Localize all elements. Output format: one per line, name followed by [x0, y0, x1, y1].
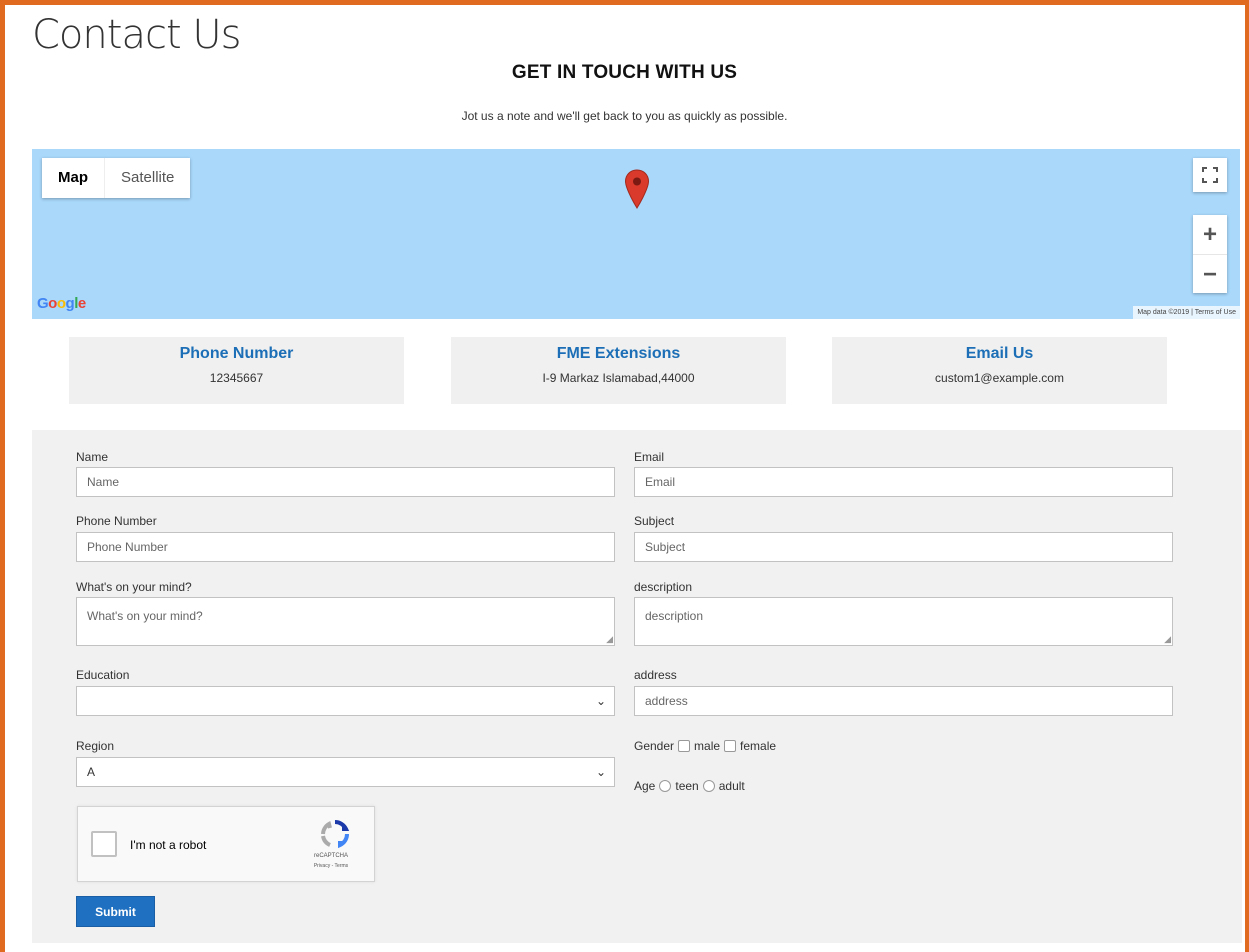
- name-label: Name: [76, 450, 109, 464]
- chevron-down-icon: ⌄: [595, 765, 606, 779]
- resize-grip-icon[interactable]: ◢: [1164, 635, 1171, 644]
- recaptcha-widget: I'm not a robot reCAPTCHA Privacy - Term…: [77, 806, 375, 882]
- region-value: A: [87, 765, 96, 779]
- gender-label: Gender: [634, 739, 675, 753]
- map-marker-icon[interactable]: [624, 169, 650, 214]
- age-group: Age teen adult: [634, 779, 745, 793]
- page-title: Contact Us: [32, 12, 241, 58]
- contact-form: Name Name Phone Number Phone Number What…: [32, 430, 1242, 943]
- description-placeholder: description: [645, 609, 704, 623]
- submit-button[interactable]: Submit: [76, 896, 155, 927]
- region-label: Region: [76, 739, 115, 753]
- zoom-control: + −: [1193, 215, 1227, 293]
- gender-male-label: male: [694, 739, 721, 753]
- phone-input[interactable]: Phone Number: [76, 532, 615, 562]
- map-tab-satellite[interactable]: Satellite: [104, 158, 190, 198]
- chevron-down-icon: ⌄: [595, 694, 606, 708]
- recaptcha-terms-link[interactable]: Privacy - Terms: [296, 863, 366, 869]
- card-title: Phone Number: [179, 345, 294, 362]
- card-value: 12345667: [209, 371, 264, 385]
- zoom-in-button[interactable]: +: [1193, 215, 1227, 255]
- gender-male-checkbox[interactable]: [678, 740, 691, 752]
- address-label: address: [634, 668, 677, 682]
- card-title: FME Extensions: [556, 345, 681, 362]
- name-input[interactable]: Name: [76, 467, 615, 497]
- map-tab-map[interactable]: Map: [42, 158, 104, 198]
- recaptcha-checkbox[interactable]: [91, 831, 117, 857]
- mind-textarea[interactable]: What's on your mind? ◢: [76, 597, 615, 646]
- email-input[interactable]: Email: [634, 467, 1173, 497]
- info-card-email: Email Us custom1@example.com: [832, 337, 1167, 404]
- map-attribution[interactable]: Map data ©2019 | Terms of Use: [1133, 306, 1240, 319]
- age-teen-radio[interactable]: [659, 780, 672, 792]
- education-select[interactable]: ⌄: [76, 686, 615, 716]
- phone-label: Phone Number: [76, 514, 157, 528]
- info-card-phone: Phone Number 12345667: [69, 337, 404, 404]
- description-textarea[interactable]: description ◢: [634, 597, 1173, 646]
- address-input[interactable]: address: [634, 686, 1173, 716]
- section-subheadline: Jot us a note and we'll get back to you …: [461, 109, 788, 123]
- fullscreen-button[interactable]: [1193, 158, 1227, 192]
- info-card-address: FME Extensions I-9 Markaz Islamabad,4400…: [451, 337, 786, 404]
- region-select[interactable]: A ⌄: [76, 757, 615, 787]
- age-adult-radio[interactable]: [702, 780, 715, 792]
- card-value: custom1@example.com: [935, 371, 1064, 385]
- card-title: Email Us: [965, 345, 1034, 362]
- google-logo: Google: [37, 295, 86, 312]
- recaptcha-label: I'm not a robot: [130, 838, 207, 852]
- card-value: I-9 Markaz Islamabad,44000: [542, 371, 695, 385]
- resize-grip-icon[interactable]: ◢: [606, 635, 613, 644]
- zoom-out-button[interactable]: −: [1193, 255, 1227, 294]
- map-type-control: Map Satellite: [42, 158, 191, 198]
- section-headline: GET IN TOUCH WITH US: [511, 62, 738, 83]
- map-widget[interactable]: Map Satellite + − Google Map data ©2019 …: [32, 149, 1240, 319]
- mind-label: What's on your mind?: [76, 580, 192, 594]
- education-label: Education: [76, 668, 130, 682]
- gender-group: Gender male female: [634, 739, 776, 753]
- description-label: description: [634, 580, 693, 594]
- subject-label: Subject: [634, 514, 675, 528]
- recaptcha-brand: reCAPTCHA: [313, 853, 348, 859]
- recaptcha-logo-icon: [320, 819, 350, 854]
- mind-placeholder: What's on your mind?: [87, 609, 203, 623]
- gender-female-label: female: [740, 739, 777, 753]
- age-label: Age: [634, 779, 656, 793]
- age-teen-label: teen: [675, 779, 699, 793]
- subject-input[interactable]: Subject: [634, 532, 1173, 562]
- gender-female-checkbox[interactable]: [724, 740, 737, 752]
- email-label: Email: [634, 450, 665, 464]
- fullscreen-icon: [1202, 167, 1218, 183]
- age-adult-label: adult: [718, 779, 745, 793]
